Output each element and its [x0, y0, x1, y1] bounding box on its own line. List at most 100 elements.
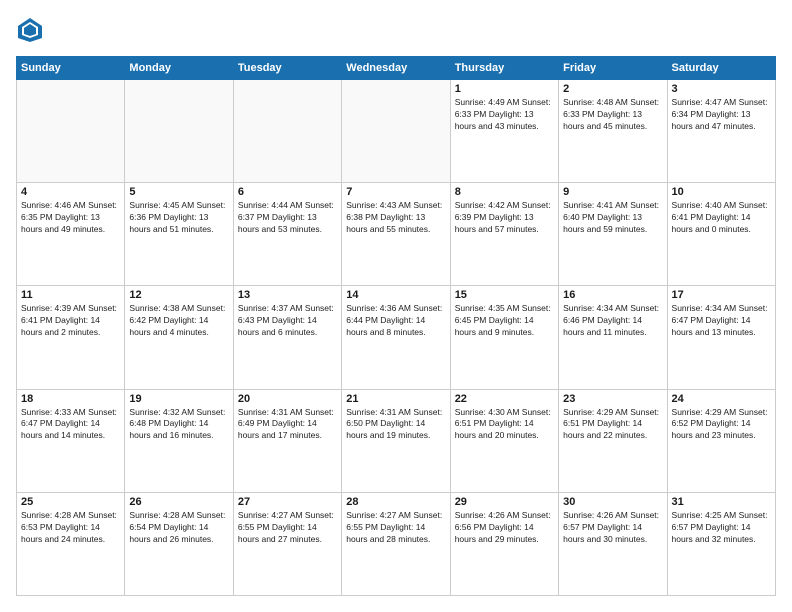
- calendar-cell: 2Sunrise: 4:48 AM Sunset: 6:33 PM Daylig…: [559, 80, 667, 183]
- day-info: Sunrise: 4:42 AM Sunset: 6:39 PM Dayligh…: [455, 200, 554, 236]
- day-number: 14: [346, 289, 445, 301]
- day-info: Sunrise: 4:31 AM Sunset: 6:49 PM Dayligh…: [238, 407, 337, 443]
- calendar-cell: 12 Sunrise: 4:38 AM Sunset: 6:42 PM Dayli…: [125, 286, 233, 389]
- day-number: 3: [672, 83, 771, 95]
- day-info: Sunrise: 4:31 AM Sunset: 6:50 PM Dayligh…: [346, 407, 445, 443]
- calendar-cell: 19 Sunrise: 4:32 AM Sunset: 6:48 PM Dayli…: [125, 389, 233, 492]
- calendar-cell: 22 Sunrise: 4:30 AM Sunset: 6:51 PM Dayli…: [450, 389, 558, 492]
- day-info: Sunrise: 4:28 AM Sunset: 6:53 PM Dayligh…: [21, 510, 120, 546]
- day-info: Sunrise: 4:27 AM Sunset: 6:55 PM Dayligh…: [238, 510, 337, 546]
- day-number: 22: [455, 393, 554, 405]
- calendar-cell: 6Sunrise: 4:44 AM Sunset: 6:37 PM Daylig…: [233, 183, 341, 286]
- day-number: 1: [455, 83, 554, 95]
- day-number: 9: [563, 186, 662, 198]
- calendar-cell: 13 Sunrise: 4:37 AM Sunset: 6:43 PM Dayli…: [233, 286, 341, 389]
- calendar-cell: 3 Sunrise: 4:47 AM Sunset: 6:34 PM Daylig…: [667, 80, 775, 183]
- calendar-week-1: 1 Sunrise: 4:49 AM Sunset: 6:33 PM Daylig…: [17, 80, 776, 183]
- calendar-cell: 29 Sunrise: 4:26 AM Sunset: 6:56 PM Dayli…: [450, 492, 558, 595]
- calendar-cell: 30 Sunrise: 4:26 AM Sunset: 6:57 PM Dayli…: [559, 492, 667, 595]
- day-info: Sunrise: 4:28 AM Sunset: 6:54 PM Dayligh…: [129, 510, 228, 546]
- calendar-cell: 21 Sunrise: 4:31 AM Sunset: 6:50 PM Dayli…: [342, 389, 450, 492]
- day-info: Sunrise: 4:34 AM Sunset: 6:47 PM Dayligh…: [672, 303, 771, 339]
- weekday-thursday: Thursday: [450, 57, 558, 80]
- calendar-week-4: 18 Sunrise: 4:33 AM Sunset: 6:47 PM Dayli…: [17, 389, 776, 492]
- day-info: Sunrise: 4:45 AM Sunset: 6:36 PM Dayligh…: [129, 200, 228, 236]
- calendar-cell: 28 Sunrise: 4:27 AM Sunset: 6:55 PM Dayli…: [342, 492, 450, 595]
- weekday-monday: Monday: [125, 57, 233, 80]
- calendar-table: SundayMondayTuesdayWednesdayThursdayFrid…: [16, 56, 776, 596]
- day-info: Sunrise: 4:26 AM Sunset: 6:57 PM Dayligh…: [563, 510, 662, 546]
- day-number: 19: [129, 393, 228, 405]
- calendar-cell: 1 Sunrise: 4:49 AM Sunset: 6:33 PM Daylig…: [450, 80, 558, 183]
- day-info: Sunrise: 4:26 AM Sunset: 6:56 PM Dayligh…: [455, 510, 554, 546]
- day-number: 4: [21, 186, 120, 198]
- calendar-week-2: 4 Sunrise: 4:46 AM Sunset: 6:35 PM Daylig…: [17, 183, 776, 286]
- calendar-cell: 20Sunrise: 4:31 AM Sunset: 6:49 PM Dayli…: [233, 389, 341, 492]
- day-info: Sunrise: 4:30 AM Sunset: 6:51 PM Dayligh…: [455, 407, 554, 443]
- day-number: 27: [238, 496, 337, 508]
- calendar-week-3: 11Sunrise: 4:39 AM Sunset: 6:41 PM Dayli…: [17, 286, 776, 389]
- page: SundayMondayTuesdayWednesdayThursdayFrid…: [0, 0, 792, 612]
- calendar-cell: 7Sunrise: 4:43 AM Sunset: 6:38 PM Daylig…: [342, 183, 450, 286]
- day-info: Sunrise: 4:25 AM Sunset: 6:57 PM Dayligh…: [672, 510, 771, 546]
- calendar-cell: 11Sunrise: 4:39 AM Sunset: 6:41 PM Dayli…: [17, 286, 125, 389]
- header: [16, 16, 776, 44]
- calendar-week-5: 25 Sunrise: 4:28 AM Sunset: 6:53 PM Dayli…: [17, 492, 776, 595]
- day-number: 28: [346, 496, 445, 508]
- day-info: Sunrise: 4:29 AM Sunset: 6:52 PM Dayligh…: [672, 407, 771, 443]
- day-info: Sunrise: 4:47 AM Sunset: 6:34 PM Dayligh…: [672, 97, 771, 133]
- day-info: Sunrise: 4:33 AM Sunset: 6:47 PM Dayligh…: [21, 407, 120, 443]
- day-number: 8: [455, 186, 554, 198]
- calendar-cell: [17, 80, 125, 183]
- calendar-cell: 18 Sunrise: 4:33 AM Sunset: 6:47 PM Dayli…: [17, 389, 125, 492]
- calendar-cell: 26 Sunrise: 4:28 AM Sunset: 6:54 PM Dayli…: [125, 492, 233, 595]
- calendar-cell: 9Sunrise: 4:41 AM Sunset: 6:40 PM Daylig…: [559, 183, 667, 286]
- day-number: 13: [238, 289, 337, 301]
- day-number: 6: [238, 186, 337, 198]
- day-info: Sunrise: 4:46 AM Sunset: 6:35 PM Dayligh…: [21, 200, 120, 236]
- day-number: 16: [563, 289, 662, 301]
- day-number: 11: [21, 289, 120, 301]
- day-number: 18: [21, 393, 120, 405]
- day-number: 24: [672, 393, 771, 405]
- calendar-cell: 27 Sunrise: 4:27 AM Sunset: 6:55 PM Dayli…: [233, 492, 341, 595]
- calendar-cell: 23 Sunrise: 4:29 AM Sunset: 6:51 PM Dayli…: [559, 389, 667, 492]
- calendar-cell: [233, 80, 341, 183]
- day-info: Sunrise: 4:27 AM Sunset: 6:55 PM Dayligh…: [346, 510, 445, 546]
- day-info: Sunrise: 4:34 AM Sunset: 6:46 PM Dayligh…: [563, 303, 662, 339]
- weekday-friday: Friday: [559, 57, 667, 80]
- day-info: Sunrise: 4:36 AM Sunset: 6:44 PM Dayligh…: [346, 303, 445, 339]
- calendar-cell: 14 Sunrise: 4:36 AM Sunset: 6:44 PM Dayli…: [342, 286, 450, 389]
- day-number: 26: [129, 496, 228, 508]
- day-info: Sunrise: 4:40 AM Sunset: 6:41 PM Dayligh…: [672, 200, 771, 236]
- weekday-sunday: Sunday: [17, 57, 125, 80]
- day-number: 31: [672, 496, 771, 508]
- logo: [16, 16, 48, 44]
- calendar-cell: 8 Sunrise: 4:42 AM Sunset: 6:39 PM Daylig…: [450, 183, 558, 286]
- day-number: 30: [563, 496, 662, 508]
- day-info: Sunrise: 4:32 AM Sunset: 6:48 PM Dayligh…: [129, 407, 228, 443]
- day-info: Sunrise: 4:29 AM Sunset: 6:51 PM Dayligh…: [563, 407, 662, 443]
- day-number: 25: [21, 496, 120, 508]
- day-info: Sunrise: 4:37 AM Sunset: 6:43 PM Dayligh…: [238, 303, 337, 339]
- day-number: 15: [455, 289, 554, 301]
- day-number: 17: [672, 289, 771, 301]
- weekday-wednesday: Wednesday: [342, 57, 450, 80]
- day-number: 12: [129, 289, 228, 301]
- weekday-tuesday: Tuesday: [233, 57, 341, 80]
- calendar-cell: 15Sunrise: 4:35 AM Sunset: 6:45 PM Dayli…: [450, 286, 558, 389]
- day-number: 21: [346, 393, 445, 405]
- day-info: Sunrise: 4:38 AM Sunset: 6:42 PM Dayligh…: [129, 303, 228, 339]
- calendar-cell: 25 Sunrise: 4:28 AM Sunset: 6:53 PM Dayli…: [17, 492, 125, 595]
- logo-icon: [16, 16, 44, 44]
- day-info: Sunrise: 4:49 AM Sunset: 6:33 PM Dayligh…: [455, 97, 554, 133]
- day-number: 29: [455, 496, 554, 508]
- day-number: 23: [563, 393, 662, 405]
- day-number: 10: [672, 186, 771, 198]
- calendar-cell: 4 Sunrise: 4:46 AM Sunset: 6:35 PM Daylig…: [17, 183, 125, 286]
- day-info: Sunrise: 4:48 AM Sunset: 6:33 PM Dayligh…: [563, 97, 662, 133]
- day-number: 7: [346, 186, 445, 198]
- calendar-cell: 24 Sunrise: 4:29 AM Sunset: 6:52 PM Dayli…: [667, 389, 775, 492]
- calendar-cell: 16 Sunrise: 4:34 AM Sunset: 6:46 PM Dayli…: [559, 286, 667, 389]
- calendar-cell: [342, 80, 450, 183]
